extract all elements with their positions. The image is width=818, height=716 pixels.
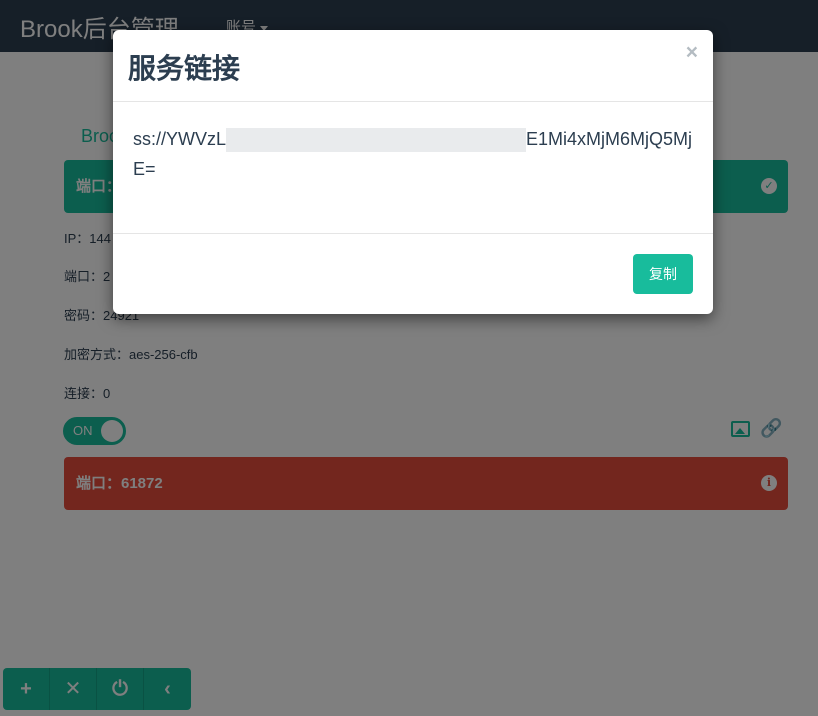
close-icon[interactable]: × [686, 41, 698, 65]
modal-title: 服务链接 [128, 53, 241, 84]
service-link-modal: 服务链接 × ss://YWVzLxxxxxxxxxxxxxxxxxxxxxxx… [113, 30, 713, 314]
modal-body: ss://YWVzLxxxxxxxxxxxxxxxxxxxxxxxxE1Mi4x… [113, 102, 713, 233]
copy-button[interactable]: 复制 [633, 254, 693, 294]
link-prefix: ss://YWVzL [133, 129, 227, 149]
modal-header: 服务链接 × [113, 30, 713, 102]
modal-footer: 复制 [113, 233, 713, 314]
redacted-link-segment: xxxxxxxxxxxxxxxxxxxxxxxx [226, 128, 527, 153]
